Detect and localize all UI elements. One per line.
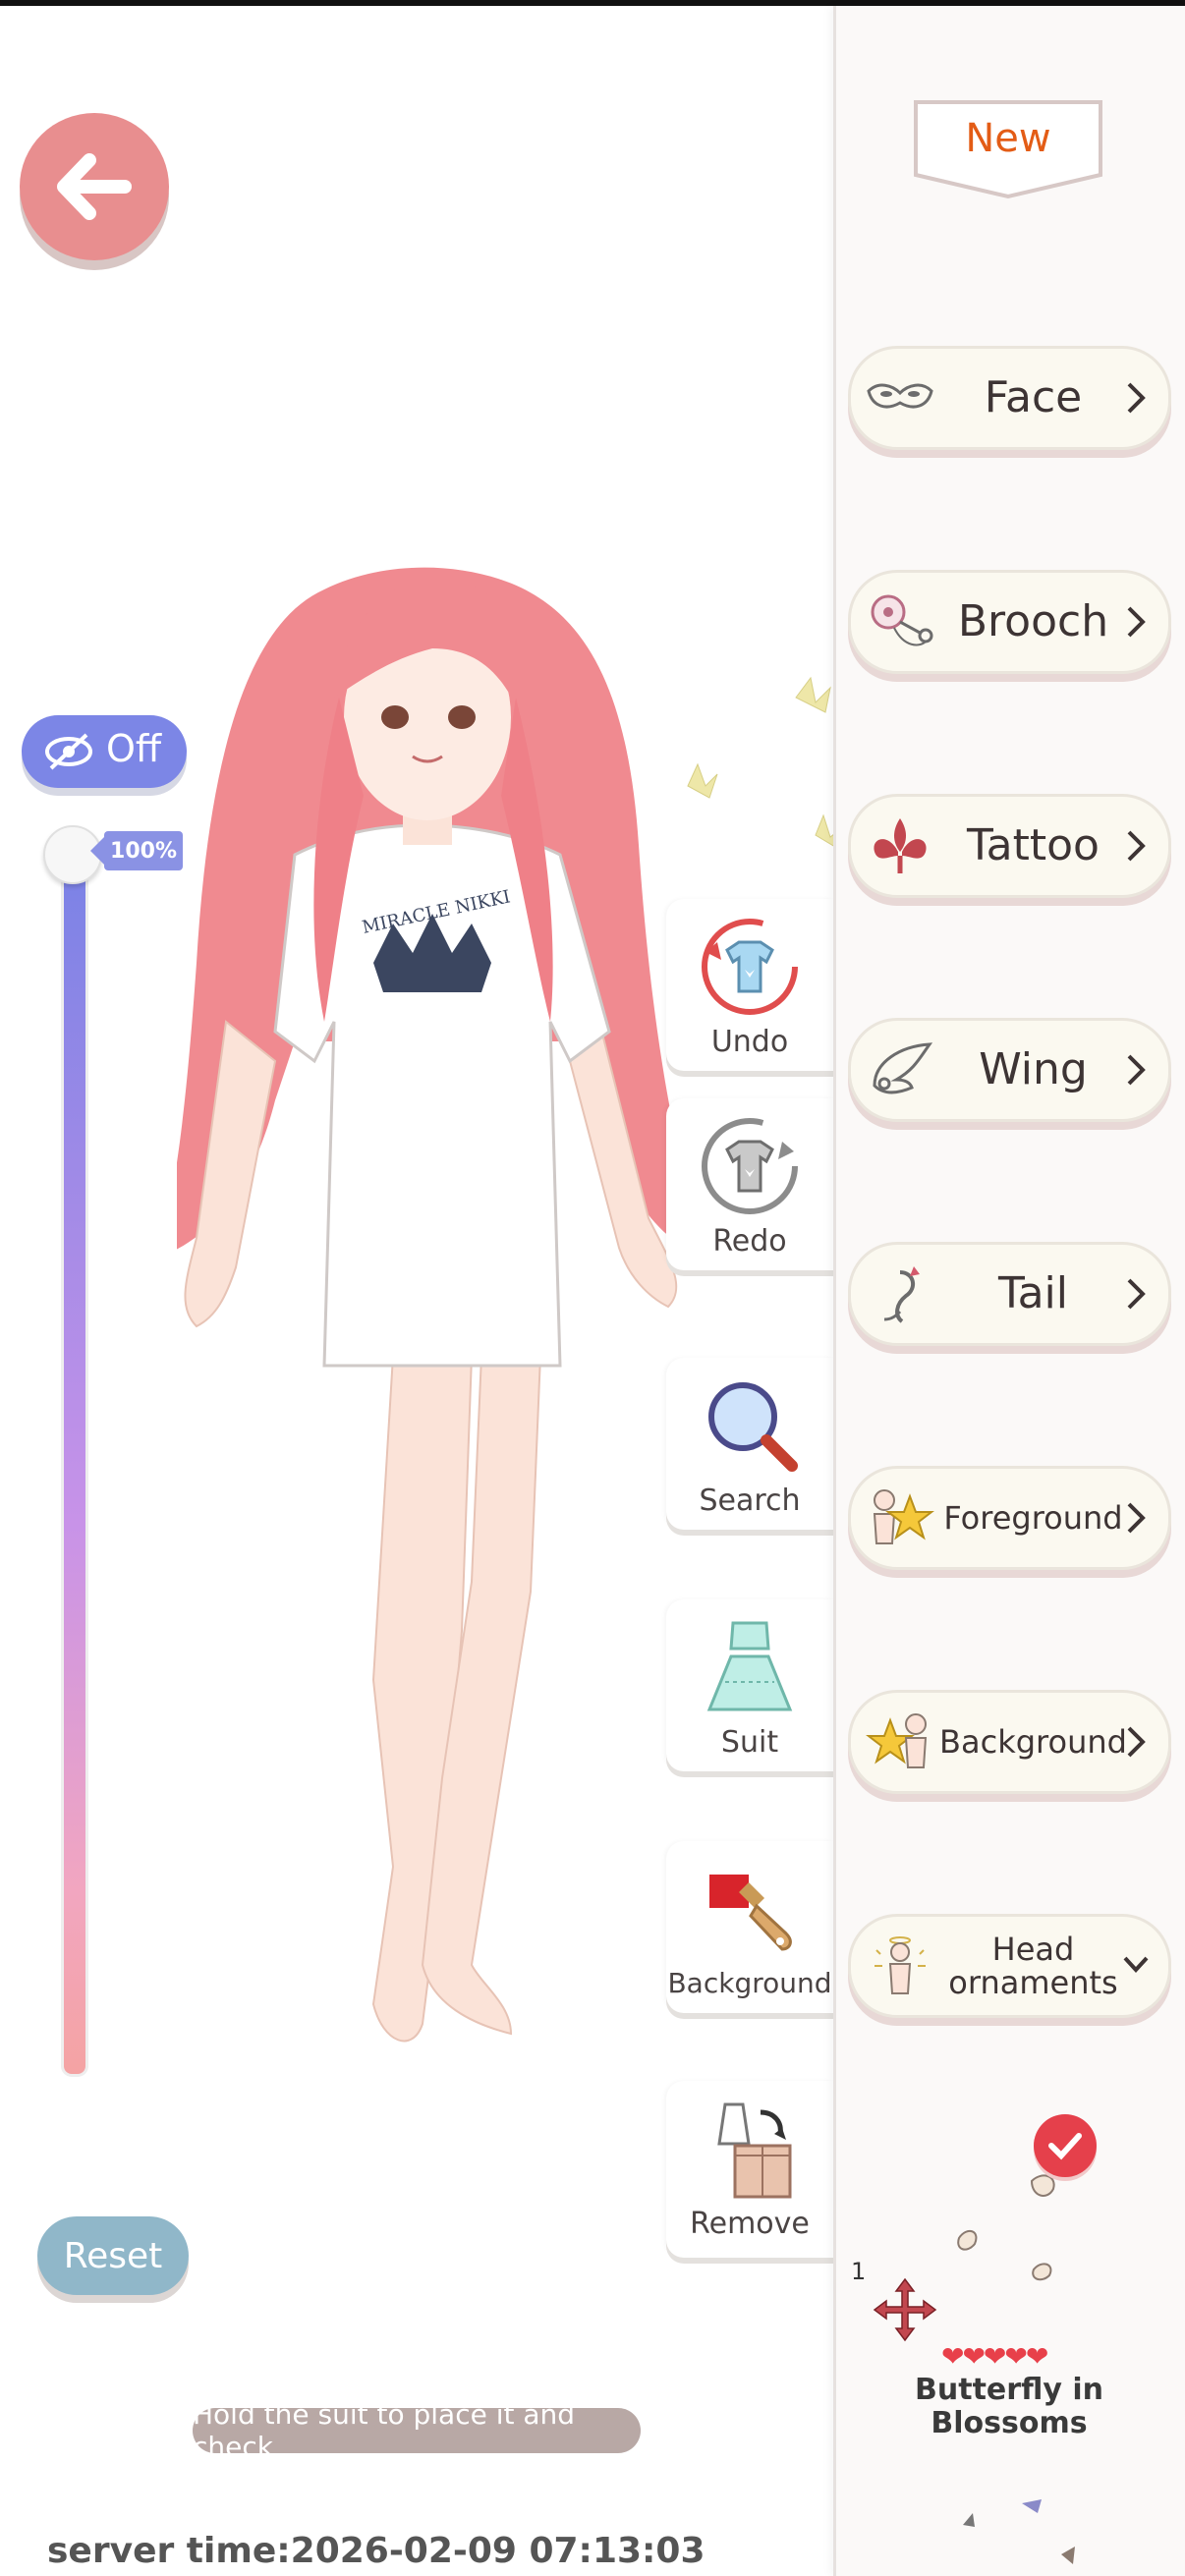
chevron-right-icon [1127,606,1146,638]
transparency-slider-track[interactable] [61,853,88,2077]
brooch-icon [865,588,935,653]
remove-box-icon [696,2095,804,2203]
item-name: Butterfly in Blossoms [915,2373,1103,2440]
undo-label: Undo [710,1025,789,1059]
reset-button[interactable]: Reset [37,2216,189,2295]
star-figure-icon [865,1708,935,1773]
slider-percent-label: 100% [90,831,183,870]
search-label: Search [699,1484,801,1518]
tail-icon [865,1260,935,1325]
category-brooch[interactable]: Brooch [848,570,1171,674]
suit-label: Suit [720,1725,779,1760]
category-label: Tail [997,1268,1068,1318]
category-foreground[interactable]: Foreground [848,1466,1171,1570]
redo-label: Redo [712,1224,787,1259]
undo-button[interactable]: Undo [666,899,833,1071]
chevron-right-icon [1127,1502,1146,1534]
remove-label: Remove [690,2207,810,2241]
category-tattoo[interactable]: Tattoo [848,794,1171,898]
undo-icon [696,913,804,1021]
category-label: Brooch [957,596,1109,646]
hint-text: Hold the suit to place it and check [193,2398,641,2463]
server-time: server time:2026-02-09 07:13:03 [47,2531,705,2571]
equipped-check-icon[interactable] [1034,2114,1097,2177]
hide-icon [45,733,92,770]
mask-icon [865,364,935,429]
back-button[interactable] [20,113,169,260]
dress-icon [696,1613,804,1721]
rating-hearts: ❤❤❤❤❤ [941,2340,1048,2373]
arrow-left-icon [57,153,132,220]
redo-icon [696,1112,804,1220]
remove-button[interactable]: Remove [666,2081,833,2258]
category-face[interactable]: Face [848,346,1171,450]
background-tool-label: Background [667,1967,832,1999]
category-label: Background [939,1723,1127,1761]
category-label: Wing [979,1044,1088,1094]
redo-button[interactable]: Redo [666,1098,833,1270]
toggle-label: Off [106,727,162,770]
visibility-toggle[interactable]: Off [22,715,187,788]
chevron-right-icon [1127,1726,1146,1758]
background-tool-button[interactable]: Background [666,1841,833,2013]
chevron-right-icon [1127,382,1146,414]
magnifier-icon [696,1372,804,1480]
category-label: Tattoo [967,820,1100,870]
new-tab-label: New [965,116,1051,161]
angel-figure-icon [865,1932,935,1997]
fleur-icon [865,812,935,877]
search-button[interactable]: Search [666,1358,833,1530]
category-tail[interactable]: Tail [848,1242,1171,1346]
wing-icon [865,1036,935,1101]
category-label: Face [984,372,1083,422]
category-background[interactable]: Background [848,1690,1171,1794]
star-figure-icon [865,1484,935,1549]
suit-button[interactable]: Suit [666,1599,833,1771]
chevron-right-icon [1127,1278,1146,1310]
chevron-down-icon [1123,1956,1149,1973]
chevron-right-icon [1127,830,1146,862]
new-tab[interactable]: New [912,98,1104,200]
move-arrows-icon[interactable] [871,2275,939,2344]
category-wing[interactable]: Wing [848,1018,1171,1122]
category-head-ornaments[interactable]: Head ornaments [848,1914,1171,2018]
category-label: Head ornaments [948,1931,1118,2001]
paintbrush-icon [696,1855,804,1963]
item-count: 1 [851,2258,867,2285]
character-illustration: MIRACLE NIKKI [177,567,707,2043]
chevron-right-icon [1127,1054,1146,1086]
category-label: Foreground [943,1499,1123,1537]
